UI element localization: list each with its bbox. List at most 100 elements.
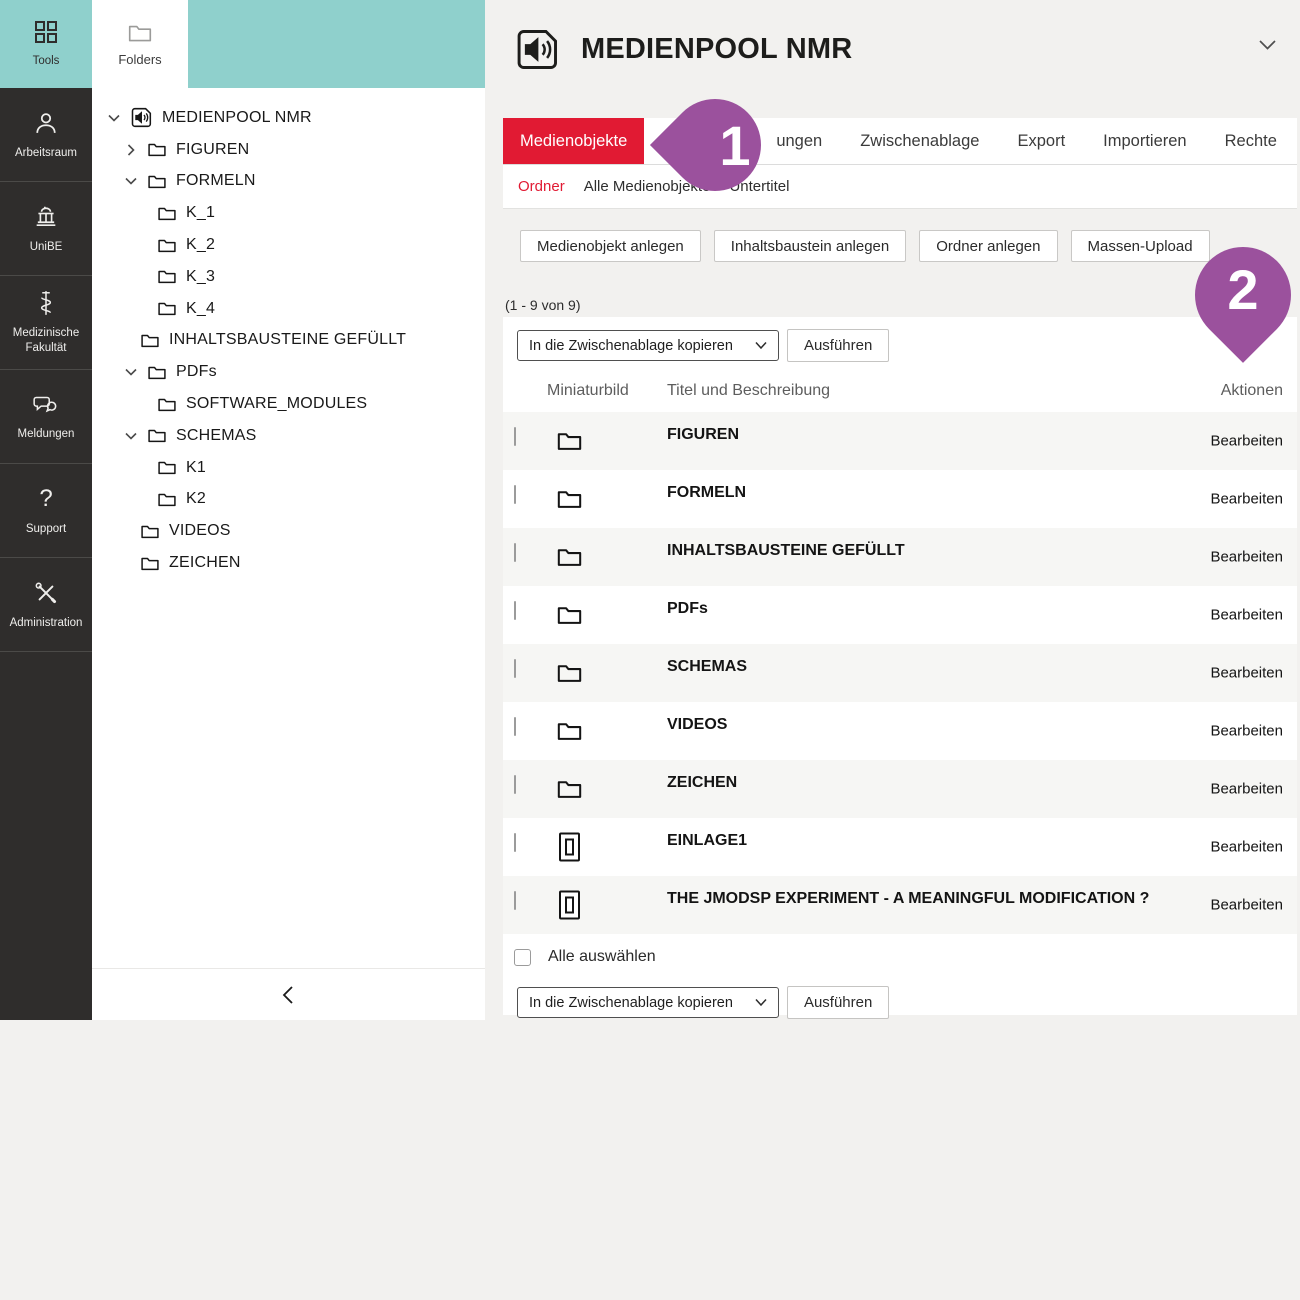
tree-item[interactable]: FIGUREN xyxy=(106,134,485,166)
tree-item[interactable]: K2 xyxy=(106,484,485,516)
tree-item-label[interactable]: K_2 xyxy=(186,236,215,254)
tree-item-label[interactable]: K_4 xyxy=(186,300,215,318)
edit-link[interactable]: Bearbeiten xyxy=(1210,781,1283,798)
tree-item-label[interactable]: VIDEOS xyxy=(169,522,231,540)
edit-link[interactable]: Bearbeiten xyxy=(1210,491,1283,508)
create-button[interactable]: Inhaltsbaustein anlegen xyxy=(714,230,906,262)
tree-item[interactable]: PDFs xyxy=(106,356,485,388)
sidebar-item-administration[interactable]: Administration xyxy=(0,558,92,652)
tree-item-label[interactable]: MEDIENPOOL NMR xyxy=(162,109,312,127)
row-title[interactable]: THE JMODSP EXPERIMENT - A MEANINGFUL MOD… xyxy=(667,890,1149,908)
tree-item-label[interactable]: ZEICHEN xyxy=(169,554,241,572)
tab[interactable]: Zwischenablage xyxy=(858,118,981,164)
edit-link[interactable]: Bearbeiten xyxy=(1210,665,1283,682)
tree-item-label[interactable]: SOFTWARE_MODULES xyxy=(186,395,367,413)
row-title[interactable]: INHALTSBAUSTEINE GEFÜLLT xyxy=(667,542,905,560)
row-checkbox[interactable] xyxy=(514,776,516,794)
row-title[interactable]: SCHEMAS xyxy=(667,658,747,676)
row-title[interactable]: ZEICHEN xyxy=(667,774,737,792)
tab[interactable]: Medienobjekte xyxy=(503,118,644,164)
table-row[interactable]: SCHEMAS Bearbeiten xyxy=(503,644,1297,702)
table-row[interactable]: VIDEOS Bearbeiten xyxy=(503,702,1297,760)
subtab[interactable]: Ordner xyxy=(518,178,565,195)
row-checkbox[interactable] xyxy=(514,486,516,504)
tab-label: Zwischenablage xyxy=(860,132,979,151)
tree-item-label[interactable]: FIGUREN xyxy=(176,141,249,159)
table-row[interactable]: FIGUREN Bearbeiten xyxy=(503,412,1297,470)
tab-folders[interactable]: Folders xyxy=(92,0,188,88)
chevron-down-icon[interactable] xyxy=(123,429,139,443)
sidebar-item-unibe[interactable]: UniBE xyxy=(0,182,92,276)
chevron-right-icon[interactable] xyxy=(123,143,139,157)
tree-item[interactable]: SCHEMAS xyxy=(106,420,485,452)
sidebar-item-tools[interactable]: Tools xyxy=(0,0,92,88)
edit-link[interactable]: Bearbeiten xyxy=(1210,607,1283,624)
row-checkbox[interactable] xyxy=(514,834,516,852)
tree-item[interactable]: K1 xyxy=(106,452,485,484)
select-all-checkbox[interactable] xyxy=(514,949,531,966)
edit-link[interactable]: Bearbeiten xyxy=(1210,839,1283,856)
create-button[interactable]: Massen-Upload xyxy=(1071,230,1210,262)
table-row[interactable]: THE JMODSP EXPERIMENT - A MEANINGFUL MOD… xyxy=(503,876,1297,934)
row-title[interactable]: EINLAGE1 xyxy=(667,832,747,850)
row-checkbox[interactable] xyxy=(514,602,516,620)
row-checkbox[interactable] xyxy=(514,718,516,736)
sidebar-item-arbeitsraum[interactable]: Arbeitsraum xyxy=(0,88,92,182)
collapse-panel-button[interactable] xyxy=(92,968,485,1020)
column-header-actions: Aktionen xyxy=(1221,382,1283,400)
row-title[interactable]: VIDEOS xyxy=(667,716,727,734)
chevron-down-icon[interactable] xyxy=(1258,38,1277,52)
tree-item[interactable]: ZEICHEN xyxy=(106,547,485,579)
row-title[interactable]: PDFs xyxy=(667,600,708,618)
execute-button[interactable]: Ausführen xyxy=(787,329,889,362)
edit-link[interactable]: Bearbeiten xyxy=(1210,897,1283,914)
tree-item-label[interactable]: INHALTSBAUSTEINE GEFÜLLT xyxy=(169,331,406,349)
tree-item[interactable]: FORMELN xyxy=(106,166,485,198)
row-checkbox[interactable] xyxy=(514,892,516,910)
tree-item-label[interactable]: K2 xyxy=(186,490,206,508)
folder-icon xyxy=(157,491,177,508)
tree-item-label[interactable]: K_1 xyxy=(186,204,215,222)
sidebar-item-meldungen[interactable]: Meldungen xyxy=(0,370,92,464)
tab[interactable]: ungen xyxy=(774,118,824,164)
tree-item[interactable]: SOFTWARE_MODULES xyxy=(106,388,485,420)
tree-item[interactable]: VIDEOS xyxy=(106,515,485,547)
sidebar-item-support[interactable]: ? Support xyxy=(0,464,92,558)
tree-item-label[interactable]: K_3 xyxy=(186,268,215,286)
chevron-down-icon[interactable] xyxy=(123,174,139,188)
row-title[interactable]: FIGUREN xyxy=(667,426,739,444)
row-checkbox[interactable] xyxy=(514,544,516,562)
table-row[interactable]: PDFs Bearbeiten xyxy=(503,586,1297,644)
tree-item[interactable]: INHALTSBAUSTEINE GEFÜLLT xyxy=(106,325,485,357)
tree-item[interactable]: K_3 xyxy=(106,261,485,293)
tree-item[interactable]: MEDIENPOOL NMR xyxy=(106,102,485,134)
sidebar-item-medizinische-fakultaet[interactable]: Medizinische Fakultät xyxy=(0,276,92,370)
row-title[interactable]: FORMELN xyxy=(667,484,746,502)
table-row[interactable]: ZEICHEN Bearbeiten xyxy=(503,760,1297,818)
create-button[interactable]: Medienobjekt anlegen xyxy=(520,230,701,262)
edit-link[interactable]: Bearbeiten xyxy=(1210,549,1283,566)
tree-item[interactable]: K_2 xyxy=(106,229,485,261)
create-button[interactable]: Ordner anlegen xyxy=(919,230,1057,262)
row-checkbox[interactable] xyxy=(514,660,516,678)
tree-item[interactable]: K_1 xyxy=(106,197,485,229)
tab[interactable]: Rechte xyxy=(1223,118,1279,164)
table-row[interactable]: FORMELN Bearbeiten xyxy=(503,470,1297,528)
table-row[interactable]: EINLAGE1 Bearbeiten xyxy=(503,818,1297,876)
chevron-down-icon[interactable] xyxy=(123,365,139,379)
table-row[interactable]: INHALTSBAUSTEINE GEFÜLLT Bearbeiten xyxy=(503,528,1297,586)
tree-item-label[interactable]: SCHEMAS xyxy=(176,427,257,445)
bulk-action-select[interactable]: In die Zwischenablage kopieren xyxy=(517,987,779,1018)
tab[interactable]: Importieren xyxy=(1101,118,1188,164)
tree-item-label[interactable]: FORMELN xyxy=(176,172,256,190)
edit-link[interactable]: Bearbeiten xyxy=(1210,433,1283,450)
tree-item[interactable]: K_4 xyxy=(106,293,485,325)
row-checkbox[interactable] xyxy=(514,428,516,446)
tab[interactable]: Export xyxy=(1015,118,1067,164)
edit-link[interactable]: Bearbeiten xyxy=(1210,723,1283,740)
tree-item-label[interactable]: K1 xyxy=(186,459,206,477)
tree-item-label[interactable]: PDFs xyxy=(176,363,217,381)
execute-button[interactable]: Ausführen xyxy=(787,986,889,1019)
chevron-down-icon[interactable] xyxy=(106,111,122,125)
bulk-action-select[interactable]: In die Zwischenablage kopieren xyxy=(517,330,779,361)
